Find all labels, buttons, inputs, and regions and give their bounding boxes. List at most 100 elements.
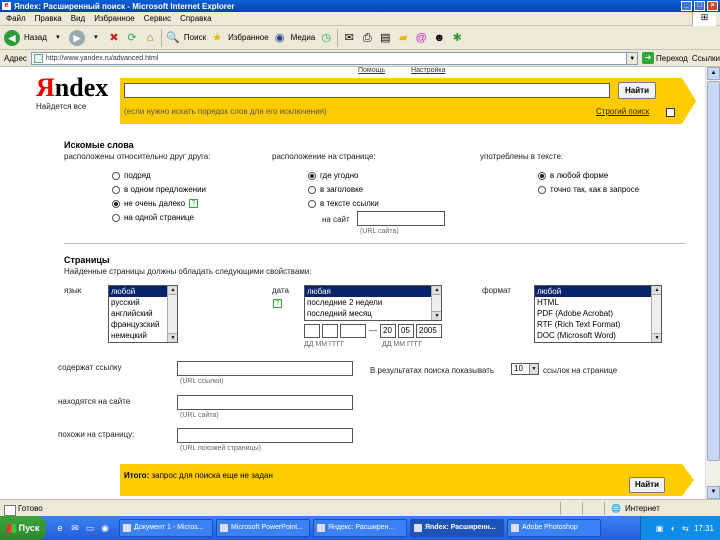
radio-in-title[interactable]: в заголовке <box>308 185 363 194</box>
media-icon[interactable]: ◉ <box>273 31 287 45</box>
radio-not-far[interactable]: не очень далеко? <box>112 199 199 208</box>
list-option[interactable]: DOC (Microsoft Word) <box>535 330 661 341</box>
window-title-bar[interactable]: e Яndex: Расширенный поиск - Microsoft I… <box>0 0 720 12</box>
radio-same-page[interactable]: на одной странице <box>112 213 194 222</box>
settings-link[interactable]: Настройка <box>411 67 445 74</box>
similar-input[interactable] <box>177 428 353 443</box>
find-button[interactable]: Найти <box>618 82 656 99</box>
list-option[interactable]: HTML <box>535 297 661 308</box>
help-question-icon[interactable]: ? <box>273 299 282 308</box>
list-option[interactable]: любая <box>305 286 441 297</box>
date-to-day-input[interactable]: 20 <box>380 324 396 338</box>
media-button-label[interactable]: Медиа <box>291 33 316 42</box>
listbox-scrollbar[interactable]: ▲ ▼ <box>431 286 441 320</box>
scroll-down-icon[interactable]: ▼ <box>432 311 441 320</box>
date-listbox[interactable]: любая последние 2 недели последний месяц… <box>304 285 442 321</box>
radio-exact-form[interactable]: точно так, как в запросе <box>538 185 639 194</box>
home-icon[interactable]: ⌂ <box>143 31 157 45</box>
history-icon[interactable]: ◷ <box>319 31 333 45</box>
dropdown-icon[interactable]: ▾ <box>51 31 65 45</box>
menu-view[interactable]: Вид <box>71 14 85 23</box>
scroll-down-icon[interactable]: ▼ <box>652 333 661 342</box>
menu-help[interactable]: Справка <box>180 14 211 23</box>
on-site-input[interactable] <box>177 395 353 410</box>
help-link[interactable]: Помощь <box>358 67 385 74</box>
url-input[interactable]: http://www.yandex.ru/advanced.html <box>30 51 628 65</box>
date-to-month-input[interactable]: 05 <box>398 324 414 338</box>
contains-link-input[interactable] <box>177 361 353 376</box>
at-icon[interactable]: @ <box>414 31 428 45</box>
edit-icon[interactable]: ▤ <box>378 31 392 45</box>
scroll-up-icon[interactable]: ▲ <box>652 286 661 295</box>
favorites-button-label[interactable]: Избранное <box>228 33 269 42</box>
start-button[interactable]: Пуск <box>0 516 46 540</box>
outlook-quicklaunch-icon[interactable]: ✉ <box>69 522 81 534</box>
task-yandex-1[interactable]: Яндекс: Расширен... <box>313 519 407 537</box>
radio-consecutive[interactable]: подряд <box>112 171 151 180</box>
task-yandex-active[interactable]: Яndex: Расширенн... <box>410 519 504 537</box>
minimize-button[interactable]: _ <box>681 1 692 11</box>
back-button-label[interactable]: Назад <box>24 33 47 42</box>
dropdown-icon[interactable]: ▾ <box>89 31 103 45</box>
radio-button[interactable] <box>538 185 546 194</box>
favorites-star-icon[interactable]: ★ <box>210 31 224 45</box>
list-option[interactable]: RTF (Rich Text Format) <box>535 319 661 330</box>
volume-icon[interactable]: ◖ <box>668 524 677 533</box>
scroll-up-icon[interactable]: ▲ <box>432 286 441 295</box>
date-from-day-input[interactable] <box>304 324 320 338</box>
radio-button[interactable] <box>308 171 316 180</box>
refresh-icon[interactable]: ⟳ <box>125 31 139 45</box>
list-option[interactable]: любой <box>535 286 661 297</box>
mail-icon[interactable]: ✉ <box>342 31 356 45</box>
menu-favorites[interactable]: Избранное <box>94 14 135 23</box>
close-button[interactable]: × <box>707 1 718 11</box>
search-input[interactable] <box>124 83 610 98</box>
folder-icon[interactable]: ▰ <box>396 31 410 45</box>
radio-anywhere[interactable]: где угодно <box>308 171 358 180</box>
radio-any-form[interactable]: в любой форме <box>538 171 608 180</box>
menu-edit[interactable]: Правка <box>35 14 62 23</box>
radio-button[interactable] <box>112 171 120 180</box>
radio-button[interactable] <box>538 171 546 180</box>
scroll-thumb[interactable] <box>707 81 720 461</box>
radio-in-link-text[interactable]: в тексте ссылки <box>308 199 379 208</box>
listbox-scrollbar[interactable]: ▲ ▼ <box>167 286 177 342</box>
scroll-down-icon[interactable]: ▼ <box>707 486 720 499</box>
site-input[interactable] <box>357 211 445 226</box>
list-option[interactable]: последние 2 недели <box>305 297 441 308</box>
radio-same-sentence[interactable]: в одном предложении <box>112 185 206 194</box>
list-option[interactable]: последний месяц <box>305 308 441 319</box>
radio-button[interactable] <box>112 199 120 208</box>
radio-button[interactable] <box>308 199 316 208</box>
stop-icon[interactable]: ✖ <box>107 31 121 45</box>
back-arrow-icon[interactable]: ◀ <box>4 29 20 46</box>
messenger-icon[interactable]: ☻ <box>432 31 446 45</box>
radio-button[interactable] <box>308 185 316 194</box>
task-photoshop[interactable]: Adobe Photoshop <box>507 519 601 537</box>
find-button-bottom[interactable]: Найти <box>629 477 665 493</box>
list-option[interactable]: PDF (Adobe Acrobat) <box>535 308 661 319</box>
bug-icon[interactable]: ✱ <box>450 31 464 45</box>
format-listbox[interactable]: любой HTML PDF (Adobe Acrobat) RTF (Rich… <box>534 285 662 343</box>
date-from-year-input[interactable] <box>340 324 366 338</box>
scroll-up-icon[interactable]: ▲ <box>168 286 177 295</box>
dropdown-arrow-icon[interactable]: ▼ <box>529 364 538 374</box>
address-dropdown-icon[interactable]: ▼ <box>626 51 639 65</box>
maximize-button[interactable]: □ <box>694 1 705 11</box>
radio-button[interactable] <box>112 213 120 222</box>
media-quicklaunch-icon[interactable]: ◉ <box>99 522 111 534</box>
ie-quicklaunch-icon[interactable]: e <box>54 522 66 534</box>
search-button-label[interactable]: Поиск <box>184 33 206 42</box>
forward-arrow-icon[interactable]: ▶ <box>68 29 85 46</box>
listbox-scrollbar[interactable]: ▲ ▼ <box>651 286 661 342</box>
scroll-down-icon[interactable]: ▼ <box>168 333 177 342</box>
network-icon[interactable]: ⇆ <box>681 524 690 533</box>
radio-button[interactable] <box>112 185 120 194</box>
page-scrollbar[interactable]: ▲ ▼ <box>705 67 720 499</box>
tray-app-icon[interactable]: ▣ <box>655 524 664 533</box>
search-icon[interactable]: 🔍 <box>166 31 180 45</box>
task-word[interactable]: Документ 1 - Micros... <box>119 519 213 537</box>
menu-file[interactable]: Файл <box>6 14 26 23</box>
links-label[interactable]: Ссылки <box>692 54 720 63</box>
language-listbox[interactable]: любой русский английский французский нем… <box>108 285 178 343</box>
